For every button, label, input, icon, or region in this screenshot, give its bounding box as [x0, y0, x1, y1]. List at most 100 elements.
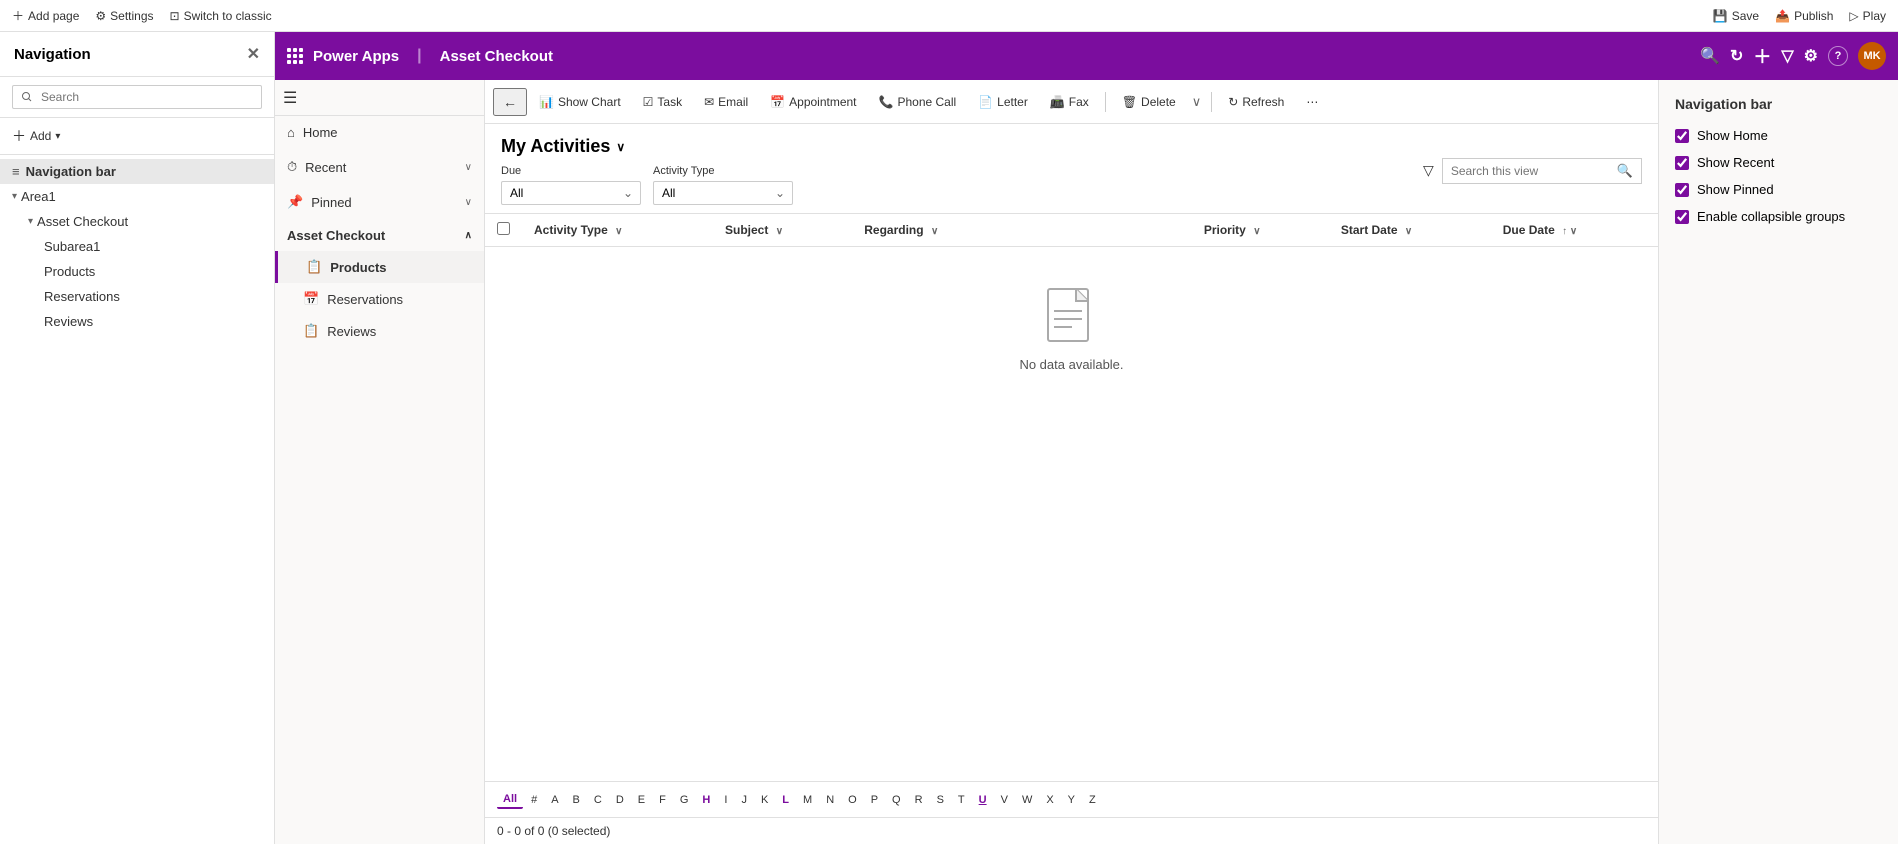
- page-letter-c[interactable]: C: [588, 792, 608, 808]
- appointment-button[interactable]: 📅 Appointment: [760, 91, 866, 113]
- select-all-checkbox[interactable]: [497, 222, 510, 235]
- delete-button[interactable]: 🗑 Delete: [1112, 91, 1186, 113]
- col-due-date[interactable]: Due Date ↑ ∨: [1491, 214, 1658, 247]
- sidebar-item-products[interactable]: 📋 Products: [275, 251, 484, 283]
- refresh-button[interactable]: ↻ Refresh: [1218, 91, 1294, 113]
- nav-tree-item-products[interactable]: Products: [0, 259, 274, 284]
- page-letter-t[interactable]: T: [952, 792, 971, 808]
- waffle-menu-icon[interactable]: [287, 48, 303, 64]
- col-priority[interactable]: Priority ∨: [1192, 214, 1329, 247]
- refresh-circle-icon[interactable]: ↻: [1730, 46, 1743, 66]
- page-letter-all[interactable]: All: [497, 791, 523, 809]
- close-panel-button[interactable]: ✕: [247, 44, 260, 64]
- page-letter-m[interactable]: M: [797, 792, 818, 808]
- nav-tree-item-asset-checkout[interactable]: ▾ Asset Checkout: [0, 209, 274, 234]
- due-filter-select[interactable]: All Today This Week: [501, 181, 641, 205]
- switch-classic-button[interactable]: ⊡ Switch to classic: [170, 9, 272, 23]
- back-button[interactable]: ←: [493, 88, 527, 116]
- show-pinned-checkbox[interactable]: [1675, 183, 1689, 197]
- show-home-option[interactable]: Show Home: [1675, 128, 1882, 143]
- left-panel-search-input[interactable]: [12, 85, 262, 109]
- sidebar-menu-icon[interactable]: ☰: [283, 88, 297, 108]
- activity-type-filter-select[interactable]: All Email Phone Call Task: [653, 181, 793, 205]
- col-subject[interactable]: Subject ∨: [713, 214, 852, 247]
- cmd-separator-2: [1211, 92, 1212, 112]
- more-options-button[interactable]: ⋯: [1296, 91, 1328, 113]
- letter-button[interactable]: 📄 Letter: [968, 91, 1038, 113]
- help-icon[interactable]: ?: [1828, 46, 1848, 66]
- sidebar-item-reviews[interactable]: 📋 Reviews: [275, 315, 484, 347]
- page-letter-y[interactable]: Y: [1062, 792, 1081, 808]
- search-icon[interactable]: 🔍: [1700, 46, 1720, 66]
- page-letter-o[interactable]: O: [842, 792, 863, 808]
- enable-collapsible-checkbox[interactable]: [1675, 210, 1689, 224]
- page-letter-j[interactable]: J: [735, 792, 753, 808]
- page-letter-i[interactable]: I: [718, 792, 733, 808]
- page-letter-r[interactable]: R: [909, 792, 929, 808]
- gear-icon[interactable]: ⚙: [1804, 46, 1818, 66]
- page-letter-l[interactable]: L: [776, 792, 795, 808]
- publish-button[interactable]: 📤 Publish: [1775, 9, 1833, 23]
- email-button[interactable]: ✉ Email: [694, 91, 758, 113]
- view-filter-icon[interactable]: ▽: [1423, 162, 1434, 179]
- play-button[interactable]: ▷ Play: [1849, 9, 1886, 23]
- nav-tree-item-reviews[interactable]: Reviews: [0, 309, 274, 334]
- save-button[interactable]: 💾 Save: [1713, 9, 1759, 23]
- page-letter-b[interactable]: B: [567, 792, 586, 808]
- enable-collapsible-option[interactable]: Enable collapsible groups: [1675, 209, 1882, 224]
- user-avatar[interactable]: MK: [1858, 42, 1886, 70]
- add-button[interactable]: ＋ Add ▾: [12, 126, 60, 146]
- sidebar-item-recent[interactable]: ⏱ Recent ∨: [275, 150, 484, 185]
- sidebar-item-reservations[interactable]: 📅 Reservations: [275, 283, 484, 315]
- show-pinned-label: Show Pinned: [1697, 182, 1774, 197]
- fax-button[interactable]: 📠 Fax: [1040, 91, 1099, 113]
- powerapps-page-title: Asset Checkout: [440, 48, 553, 65]
- nav-tree-item-area1[interactable]: ▾ Area1: [0, 184, 274, 209]
- view-search-input[interactable]: [1451, 164, 1611, 178]
- page-letter-u[interactable]: U: [973, 792, 993, 808]
- view-title[interactable]: My Activities ∨: [501, 136, 793, 157]
- page-letter-p[interactable]: P: [865, 792, 884, 808]
- sidebar-item-home[interactable]: ⌂ Home: [275, 116, 484, 150]
- show-recent-checkbox[interactable]: [1675, 156, 1689, 170]
- sidebar-item-pinned[interactable]: 📌 Pinned ∨: [275, 185, 484, 220]
- task-button[interactable]: ☑ Task: [633, 91, 692, 113]
- sidebar-group-asset-checkout[interactable]: Asset Checkout ∧: [275, 220, 484, 251]
- page-letter-a[interactable]: A: [545, 792, 564, 808]
- pinned-icon: 📌: [287, 194, 303, 210]
- page-letter-q[interactable]: Q: [886, 792, 907, 808]
- nav-tree-item-subarea1[interactable]: Subarea1: [0, 234, 274, 259]
- show-pinned-option[interactable]: Show Pinned: [1675, 182, 1882, 197]
- view-search-icon[interactable]: 🔍: [1617, 163, 1633, 179]
- show-recent-option[interactable]: Show Recent: [1675, 155, 1882, 170]
- recent-icon: ⏱: [287, 159, 297, 175]
- page-letter-e[interactable]: E: [632, 792, 651, 808]
- email-icon: ✉: [704, 95, 714, 109]
- more-cmd-chevron[interactable]: ∨: [1188, 90, 1206, 114]
- page-letter-x[interactable]: X: [1040, 792, 1059, 808]
- page-letter-h[interactable]: H: [696, 792, 716, 808]
- add-header-icon[interactable]: ＋: [1753, 43, 1771, 69]
- col-start-date[interactable]: Start Date ∨: [1329, 214, 1491, 247]
- page-letter-k[interactable]: K: [755, 792, 774, 808]
- col-regarding[interactable]: Regarding ∨: [852, 214, 1192, 247]
- page-letter-z[interactable]: Z: [1083, 792, 1102, 808]
- nav-tree-item-reservations[interactable]: Reservations: [0, 284, 274, 309]
- show-chart-button[interactable]: 📊 Show Chart: [529, 91, 631, 113]
- page-letter-f[interactable]: F: [653, 792, 672, 808]
- phone-call-button[interactable]: 📞 Phone Call: [869, 91, 967, 113]
- page-letter-n[interactable]: N: [820, 792, 840, 808]
- page-letter-s[interactable]: S: [931, 792, 950, 808]
- page-letter-v[interactable]: V: [995, 792, 1014, 808]
- page-letter-g[interactable]: G: [674, 792, 695, 808]
- page-letter-w[interactable]: W: [1016, 792, 1038, 808]
- filter-icon[interactable]: ▽: [1781, 46, 1793, 66]
- nav-tree-item-navbar[interactable]: ≡ Navigation bar: [0, 159, 274, 184]
- col-activity-type[interactable]: Activity Type ∨: [522, 214, 713, 247]
- page-letter-d[interactable]: D: [610, 792, 630, 808]
- activity-type-filter-label: Activity Type: [653, 165, 793, 177]
- settings-button[interactable]: ⚙ Settings: [95, 9, 153, 23]
- add-page-button[interactable]: ＋ Add page: [12, 7, 79, 24]
- page-letter-hash[interactable]: #: [525, 792, 543, 808]
- show-home-checkbox[interactable]: [1675, 129, 1689, 143]
